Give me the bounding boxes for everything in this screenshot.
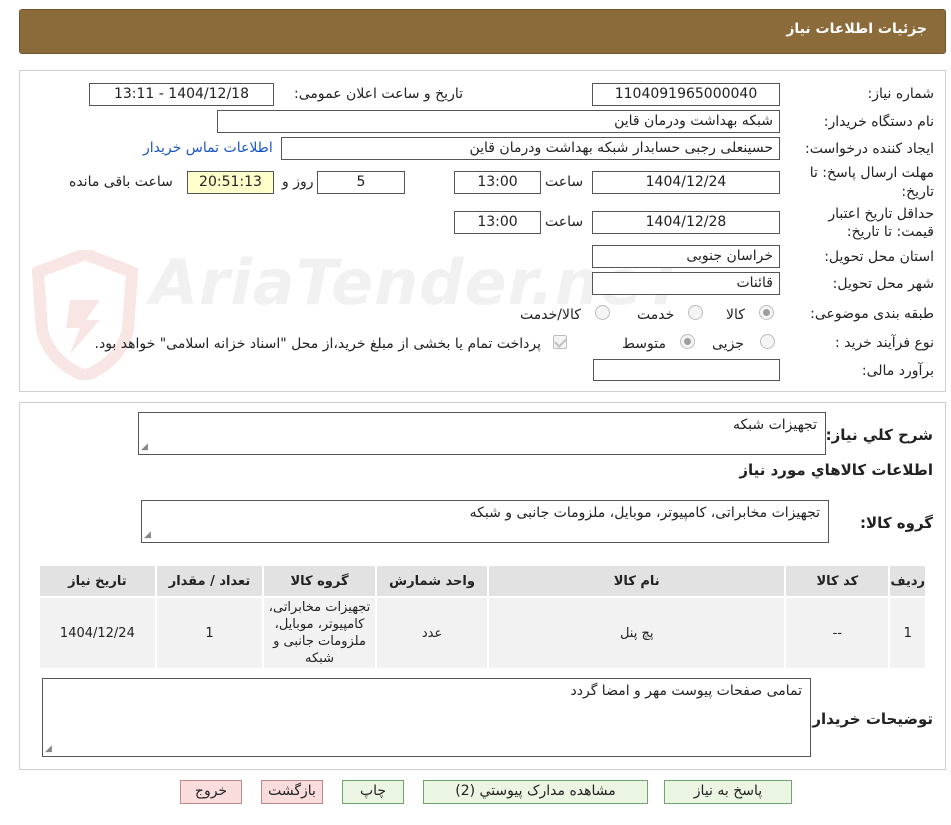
category-radio-goods[interactable]	[759, 305, 774, 320]
cell-row-number: 1	[888, 596, 927, 670]
print-button[interactable]: چاپ	[342, 780, 404, 804]
view-attachments-button[interactable]: مشاهده مدارک پيوستي (2)	[423, 780, 648, 804]
page-title: جزئیات اطلاعات نیاز	[786, 21, 927, 37]
items-table: ردیف کد کالا نام کالا واحد شمارش گروه کا…	[38, 564, 927, 670]
announce-datetime-field: 1404/12/18 - 13:11	[89, 83, 274, 106]
col-header-unit: واحد شمارش	[374, 564, 490, 598]
payment-note: پرداخت تمام یا بخشی از مبلغ خرید،از محل …	[94, 336, 541, 352]
reply-button[interactable]: پاسخ به نياز	[664, 780, 792, 804]
buyer-notes-text: تمامی صفحات پیوست مهر و امضا گردد	[570, 683, 803, 699]
col-header-row: ردیف	[888, 564, 927, 598]
back-button[interactable]: بازگشت	[261, 780, 323, 804]
summary-text: تجهیزات شبکه	[732, 417, 817, 433]
watermark-shield-icon	[31, 250, 139, 380]
goods-group-textarea[interactable]: تجهیزات مخابراتی، کامپیوتر، موبایل، ملزو…	[141, 500, 829, 543]
col-header-group: گروه کالا	[262, 564, 377, 598]
province-label: استان محل تحویل:	[824, 249, 934, 265]
validity-label-2: قیمت: تا تاریخ:	[846, 224, 934, 240]
validity-time-label: ساعت	[545, 214, 584, 230]
treasury-checkbox[interactable]	[553, 335, 567, 349]
creator-field: حسینعلی رجبی حسابدار شبکه بهداشت ودرمان …	[281, 137, 780, 160]
category-option-service: خدمت	[637, 307, 675, 323]
col-header-date: تاریخ نیاز	[38, 564, 157, 598]
need-number-label: شماره نیاز:	[867, 86, 935, 102]
buyer-notes-label: توضیحات خریدار:	[806, 710, 933, 728]
need-number-field: 1104091965000040	[592, 83, 780, 106]
buyer-contact-link[interactable]: اطلاعات تماس خریدار	[143, 140, 273, 156]
col-header-quantity: تعداد / مقدار	[154, 564, 265, 598]
summary-label: شرح کلي نياز:	[825, 426, 933, 444]
table-row: 1 -- پچ پنل عدد تجهیزات مخابراتی، کامپیو…	[38, 596, 927, 670]
buyer-org-label: نام دستگاه خریدار:	[823, 114, 934, 130]
announce-label: تاریخ و ساعت اعلان عمومی:	[294, 86, 463, 102]
exit-button[interactable]: خروج	[180, 780, 242, 804]
goods-info-title: اطلاعات کالاهاي مورد نياز	[739, 461, 933, 479]
category-label: طبقه بندی موضوعی:	[810, 306, 934, 322]
validity-time-field: 13:00	[454, 211, 541, 234]
validity-date-field: 1404/12/28	[592, 211, 780, 234]
process-option-medium: متوسط	[622, 336, 666, 352]
category-radio-goods-service[interactable]	[595, 305, 610, 320]
table-header-row: ردیف کد کالا نام کالا واحد شمارش گروه کا…	[38, 564, 927, 598]
city-field: قائنات	[592, 272, 780, 295]
goods-group-text: تجهیزات مخابراتی، کامپیوتر، موبایل، ملزو…	[469, 505, 820, 521]
remaining-time-field: 20:51:13	[187, 171, 274, 194]
creator-label: ایجاد کننده درخواست:	[805, 141, 934, 157]
province-field: خراسان جنوبی	[592, 245, 780, 268]
cell-code: --	[784, 596, 891, 670]
deadline-time-label: ساعت	[545, 174, 584, 190]
col-header-code: کد کالا	[784, 564, 891, 598]
buyer-notes-textarea[interactable]: تمامی صفحات پیوست مهر و امضا گردد ◢	[42, 678, 811, 757]
validity-label-1: حداقل تاریخ اعتبار	[828, 206, 934, 222]
city-label: شهر محل تحویل:	[832, 276, 934, 292]
category-option-goods: کالا	[726, 307, 745, 323]
days-label: روز و	[282, 174, 314, 190]
remaining-days-field: 5	[317, 171, 405, 194]
deadline-label-2: تاریخ:	[901, 184, 934, 200]
estimate-label: برآورد مالی:	[861, 363, 934, 379]
cell-quantity: 1	[154, 596, 265, 670]
category-option-goods-service: کالا/خدمت	[520, 307, 581, 323]
resize-grip-icon[interactable]: ◢	[45, 745, 52, 754]
buyer-org-field: شبکه بهداشت ودرمان قاین	[217, 110, 780, 133]
process-option-minor: جزیی	[712, 336, 744, 352]
category-radio-service[interactable]	[688, 305, 703, 320]
cell-name: پچ پنل	[487, 596, 787, 670]
estimate-field[interactable]	[593, 359, 780, 381]
cell-date: 1404/12/24	[38, 596, 157, 670]
deadline-time-field: 13:00	[454, 171, 541, 194]
process-radio-medium[interactable]	[680, 334, 695, 349]
page-header: جزئیات اطلاعات نیاز	[19, 9, 946, 54]
resize-grip-icon[interactable]: ◢	[141, 443, 148, 452]
deadline-date-field: 1404/12/24	[592, 171, 780, 194]
cell-group: تجهیزات مخابراتی، کامپیوتر، موبایل، ملزو…	[262, 596, 377, 670]
cell-unit: عدد	[374, 596, 490, 670]
col-header-name: نام کالا	[487, 564, 787, 598]
process-label: نوع فرآیند خرید :	[835, 335, 934, 351]
goods-group-label: گروه کالا:	[860, 514, 933, 532]
deadline-label-1: مهلت ارسال پاسخ: تا	[809, 165, 934, 181]
remaining-time-label: ساعت باقی مانده	[69, 174, 173, 190]
process-radio-minor[interactable]	[760, 334, 775, 349]
resize-grip-icon[interactable]: ◢	[144, 531, 151, 540]
summary-textarea[interactable]: تجهیزات شبکه ◢	[138, 412, 826, 455]
